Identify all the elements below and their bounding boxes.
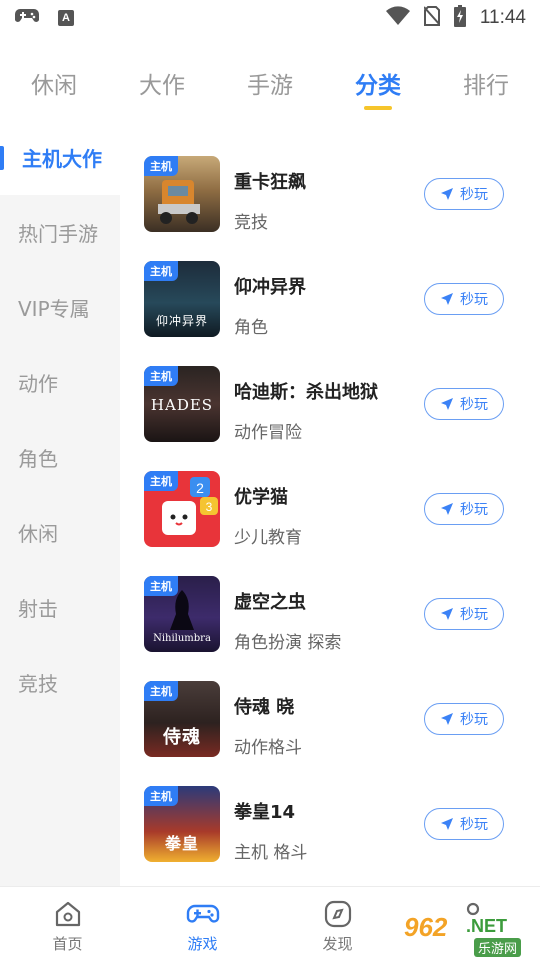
no-sim-icon — [423, 6, 441, 30]
tab-ranking[interactable]: 排行 — [432, 56, 540, 116]
sidebar-item-rpg[interactable]: 角色 — [0, 420, 120, 495]
game-name: 仰冲异界 — [234, 277, 306, 298]
game-art-title: Nihilumbra — [153, 633, 211, 644]
game-category: 少儿教育 — [234, 528, 302, 548]
top-tabs: 休闲 大作 手游 分类 排行 — [0, 56, 540, 116]
nav-discover-label: 发现 — [322, 935, 353, 953]
instant-play-button[interactable]: 秒玩 — [424, 703, 504, 735]
battery-charging-icon — [453, 5, 466, 31]
watermark-net: .NET — [466, 916, 508, 936]
svg-text:3: 3 — [206, 500, 213, 514]
sidebar-item-vip[interactable]: VIP专属 — [0, 270, 120, 345]
game-category: 动作冒险 — [234, 423, 302, 443]
list-item[interactable]: 主机 侍魂 侍魂 晓 动作格斗 秒玩 — [120, 665, 540, 770]
game-list: 主机 重卡狂飙 竞技 秒玩 主机 仰冲异界 仰冲异界 角色 秒玩 主机 HADE… — [120, 140, 540, 875]
game-thumbnail[interactable]: 主机 侍魂 — [144, 681, 220, 757]
play-label: 秒玩 — [460, 817, 488, 833]
game-name: 优学猫 — [234, 487, 288, 508]
console-tag: 主机 — [144, 366, 178, 386]
console-tag: 主机 — [144, 261, 178, 281]
console-tag: 主机 — [144, 786, 178, 806]
instant-play-button[interactable]: 秒玩 — [424, 808, 504, 840]
list-item[interactable]: 主机 拳皇 拳皇14 主机 格斗 秒玩 — [120, 770, 540, 875]
sidebar-item-console[interactable]: 主机大作 — [0, 120, 120, 195]
list-item[interactable]: 主机 仰冲异界 仰冲异界 角色 秒玩 — [120, 245, 540, 350]
game-art-title: 侍魂 — [163, 727, 201, 748]
game-thumbnail[interactable]: 主机 HADES — [144, 366, 220, 442]
game-name: 拳皇14 — [234, 802, 296, 823]
list-item[interactable]: 主机 2 3 优学猫 少儿教育 秒玩 — [120, 455, 540, 560]
game-category: 主机 格斗 — [234, 843, 308, 863]
gamepad-icon — [14, 7, 40, 29]
site-watermark: 962 .NET 乐游网 — [404, 910, 534, 957]
instant-play-button[interactable]: 秒玩 — [424, 388, 504, 420]
status-bar: A 11:44 — [0, 0, 540, 36]
instant-play-button[interactable]: 秒玩 — [424, 598, 504, 630]
instant-play-button[interactable]: 秒玩 — [424, 283, 504, 315]
wifi-icon — [385, 6, 410, 30]
play-label: 秒玩 — [460, 712, 488, 728]
send-icon — [441, 713, 453, 725]
nav-games-label: 游戏 — [187, 935, 218, 953]
game-category: 角色 — [234, 318, 268, 338]
tab-mobile-games[interactable]: 手游 — [216, 56, 324, 116]
send-icon — [441, 293, 453, 305]
console-tag: 主机 — [144, 156, 178, 176]
send-icon — [441, 398, 453, 410]
send-icon — [441, 503, 453, 515]
list-item[interactable]: 主机 Nihilumbra 虚空之虫 角色扮演 探索 秒玩 — [120, 560, 540, 665]
game-name: 重卡狂飙 — [234, 172, 306, 193]
nav-home[interactable]: 首页 — [0, 887, 135, 960]
tab-category[interactable]: 分类 — [324, 56, 432, 116]
sidebar-item-action[interactable]: 动作 — [0, 345, 120, 420]
game-category: 竞技 — [234, 213, 268, 233]
console-tag: 主机 — [144, 471, 178, 491]
instant-play-button[interactable]: 秒玩 — [424, 178, 504, 210]
game-category: 动作格斗 — [234, 738, 302, 758]
game-thumbnail[interactable]: 主机 Nihilumbra — [144, 576, 220, 652]
play-label: 秒玩 — [460, 397, 488, 413]
game-thumbnail[interactable]: 主机 拳皇 — [144, 786, 220, 862]
nav-home-label: 首页 — [52, 935, 83, 953]
list-item[interactable]: 主机 HADES 哈迪斯：杀出地狱 动作冒险 秒玩 — [120, 350, 540, 455]
a-badge-icon: A — [58, 10, 74, 26]
nav-discover[interactable]: 发现 — [270, 887, 405, 960]
send-icon — [441, 608, 453, 620]
console-tag: 主机 — [144, 681, 178, 701]
sidebar-item-shooter[interactable]: 射击 — [0, 570, 120, 645]
category-sidebar: 主机大作 热门手游 VIP专属 动作 角色 休闲 射击 竞技 — [0, 120, 120, 886]
tab-leisure[interactable]: 休闲 — [0, 56, 108, 116]
play-label: 秒玩 — [460, 607, 488, 623]
send-icon — [441, 818, 453, 830]
sidebar-item-casual[interactable]: 休闲 — [0, 495, 120, 570]
home-icon — [55, 901, 80, 927]
sidebar-item-competitive[interactable]: 竞技 — [0, 645, 120, 720]
game-name: 哈迪斯：杀出地狱 — [234, 382, 378, 403]
watermark-number: 962 — [404, 912, 448, 942]
game-name: 侍魂 晓 — [234, 697, 295, 718]
game-thumbnail[interactable]: 主机 仰冲异界 — [144, 261, 220, 337]
console-tag: 主机 — [144, 576, 178, 596]
play-label: 秒玩 — [460, 502, 488, 518]
game-name: 虚空之虫 — [234, 592, 306, 613]
game-art-title: HADES — [150, 396, 214, 414]
game-thumbnail[interactable]: 主机 — [144, 156, 220, 232]
instant-play-button[interactable]: 秒玩 — [424, 493, 504, 525]
game-category: 角色扮演 探索 — [234, 633, 342, 653]
send-icon — [441, 188, 453, 200]
play-label: 秒玩 — [460, 292, 488, 308]
game-art-title: 拳皇 — [164, 834, 199, 853]
tab-masterpiece[interactable]: 大作 — [108, 56, 216, 116]
compass-icon — [324, 900, 351, 928]
game-thumbnail[interactable]: 主机 2 3 — [144, 471, 220, 547]
sidebar-item-hot-mobile[interactable]: 热门手游 — [0, 195, 120, 270]
gamepad-icon — [186, 904, 219, 923]
nav-games[interactable]: 游戏 — [135, 887, 270, 960]
svg-text:2: 2 — [196, 480, 204, 496]
watermark-name: 乐游网 — [474, 938, 522, 957]
game-art-title: 仰冲异界 — [155, 314, 208, 328]
play-label: 秒玩 — [460, 187, 488, 203]
list-item[interactable]: 主机 重卡狂飙 竞技 秒玩 — [120, 140, 540, 245]
status-time: 11:44 — [479, 7, 526, 28]
